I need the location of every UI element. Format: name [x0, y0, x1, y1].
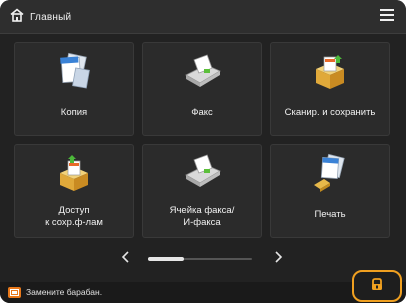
chevron-right-icon	[275, 250, 283, 268]
page-indicator	[112, 250, 292, 268]
tile-fax-inbox-label: Ячейка факса/ И-факса	[169, 205, 235, 228]
prev-page-button[interactable]	[116, 250, 134, 268]
fax-icon	[180, 51, 224, 91]
next-page-button[interactable]	[270, 250, 288, 268]
status-message[interactable]: Замените барабан.	[26, 287, 102, 298]
menu-button[interactable]	[372, 4, 402, 30]
copy-icon	[52, 51, 96, 91]
stop-button[interactable]	[352, 270, 402, 302]
scan-and-store-icon	[308, 51, 352, 91]
home-button[interactable]: Главный	[4, 6, 77, 28]
page-thumb	[148, 257, 184, 261]
tile-fax-inbox[interactable]: Ячейка факса/ И-факса	[142, 144, 262, 238]
stop-icon	[369, 276, 385, 297]
tile-print[interactable]: Печать	[270, 144, 390, 238]
menu-icon	[380, 8, 394, 26]
chevron-left-icon	[121, 250, 129, 268]
fax-inbox-icon	[180, 153, 224, 193]
tile-print-label: Печать	[314, 209, 346, 220]
tile-copy-label: Копия	[60, 107, 88, 118]
home-icon	[10, 7, 24, 27]
tile-fax[interactable]: Факс	[142, 42, 262, 136]
tile-scan-and-store-label: Сканир. и сохранить	[284, 107, 376, 118]
header-bar: Главный	[0, 0, 406, 34]
access-stored-files-icon	[52, 153, 96, 193]
tile-access-stored-files[interactable]: Доступ к сохр.ф-лам	[14, 144, 134, 238]
tile-copy[interactable]: Копия	[14, 42, 134, 136]
tile-scan-and-store[interactable]: Сканир. и сохранить	[270, 42, 390, 136]
tile-access-stored-files-label: Доступ к сохр.ф-лам	[45, 205, 103, 228]
home-label: Главный	[30, 11, 72, 23]
drum-warning-icon	[8, 287, 21, 298]
status-bar: Замените барабан.	[0, 282, 406, 303]
function-grid: Копия Факс Сканир. и сохранить Доступ к …	[14, 42, 390, 238]
tile-fax-label: Факс	[191, 107, 213, 118]
home-screen: Главный Копия Факс Сканир. и сохранить Д…	[0, 0, 406, 303]
print-icon	[308, 153, 352, 193]
